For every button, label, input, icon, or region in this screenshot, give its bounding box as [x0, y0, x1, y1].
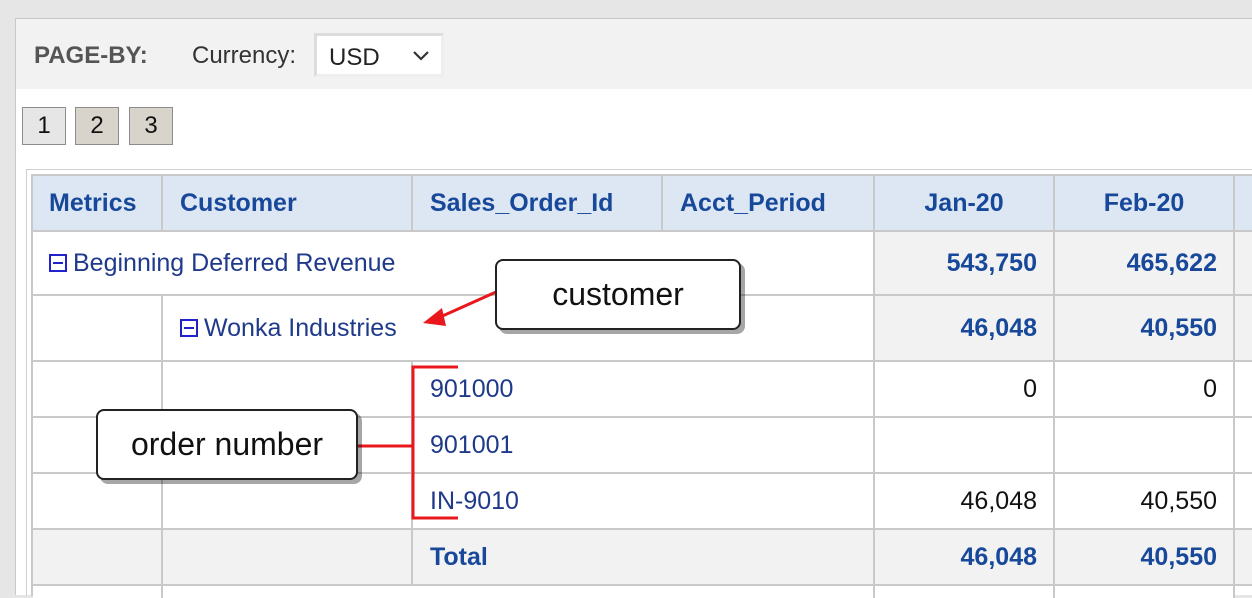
next-row-partial [33, 586, 163, 598]
total-jan-value: 46,048 [875, 530, 1055, 586]
order-jan-value [875, 418, 1055, 474]
metric-feb-value: 465,622 [1055, 232, 1235, 296]
page-button-3[interactable]: 3 [129, 107, 173, 145]
header-jan-20[interactable]: Jan-20 [875, 176, 1055, 232]
order-feb-value [1055, 418, 1235, 474]
header-sales-order-id[interactable]: Sales_Order_Id [413, 176, 663, 232]
customer-feb-value: 40,550 [1055, 296, 1235, 362]
order-number-callout: order number [96, 409, 358, 480]
total-label: Total [413, 530, 875, 586]
order-jan-value: 46,048 [875, 474, 1055, 530]
metric-jan-value: 543,750 [875, 232, 1055, 296]
metric-overflow [1235, 232, 1252, 296]
chevron-down-icon [413, 51, 429, 61]
metric-row-label[interactable]: Beginning Deferred Revenue [33, 232, 875, 296]
order-jan-value: 0 [875, 362, 1055, 418]
header-customer[interactable]: Customer [163, 176, 413, 232]
header-acct-period[interactable]: Acct_Period [663, 176, 875, 232]
page-button-2[interactable]: 2 [75, 107, 119, 145]
collapse-icon[interactable] [49, 254, 67, 272]
total-row-metric-blank [33, 530, 163, 586]
grid-container: Metrics Customer Sales_Order_Id Acct_Per… [26, 169, 1252, 598]
order-feb-value: 0 [1055, 362, 1235, 418]
metric-label[interactable]: Beginning Deferred Revenue [73, 249, 395, 278]
order-id[interactable]: IN-9010 [413, 474, 875, 530]
order-overflow [1235, 362, 1252, 418]
order-id[interactable]: 901001 [413, 418, 875, 474]
total-row-customer-blank [163, 530, 413, 586]
header-metrics[interactable]: Metrics [33, 176, 163, 232]
order-row-customer-blank [163, 474, 413, 530]
order-overflow [1235, 474, 1252, 530]
customer-row-metric-blank [33, 296, 163, 362]
order-id[interactable]: 901000 [413, 362, 875, 418]
next-row-partial [163, 586, 875, 598]
page-button-1[interactable]: 1 [22, 107, 66, 145]
total-overflow [1235, 530, 1252, 586]
order-feb-value: 40,550 [1055, 474, 1235, 530]
next-row-partial [875, 586, 1055, 598]
report-grid: Metrics Customer Sales_Order_Id Acct_Per… [31, 174, 1252, 598]
customer-overflow [1235, 296, 1252, 362]
total-feb-value: 40,550 [1055, 530, 1235, 586]
order-row-metric-blank [33, 474, 163, 530]
currency-value: USD [329, 44, 380, 71]
currency-label: Currency: [192, 42, 297, 69]
header-overflow [1235, 176, 1252, 232]
page-by-bar: PAGE-BY: Currency: USD [16, 19, 1252, 89]
customer-label[interactable]: Wonka Industries [204, 314, 397, 343]
order-overflow [1235, 418, 1252, 474]
page-by-label: PAGE-BY: [34, 42, 148, 69]
currency-select[interactable]: USD [314, 33, 444, 77]
customer-jan-value: 46,048 [875, 296, 1055, 362]
collapse-icon[interactable] [180, 319, 198, 337]
customer-callout: customer [495, 259, 741, 330]
header-feb-20[interactable]: Feb-20 [1055, 176, 1235, 232]
next-row-partial [1055, 586, 1235, 598]
